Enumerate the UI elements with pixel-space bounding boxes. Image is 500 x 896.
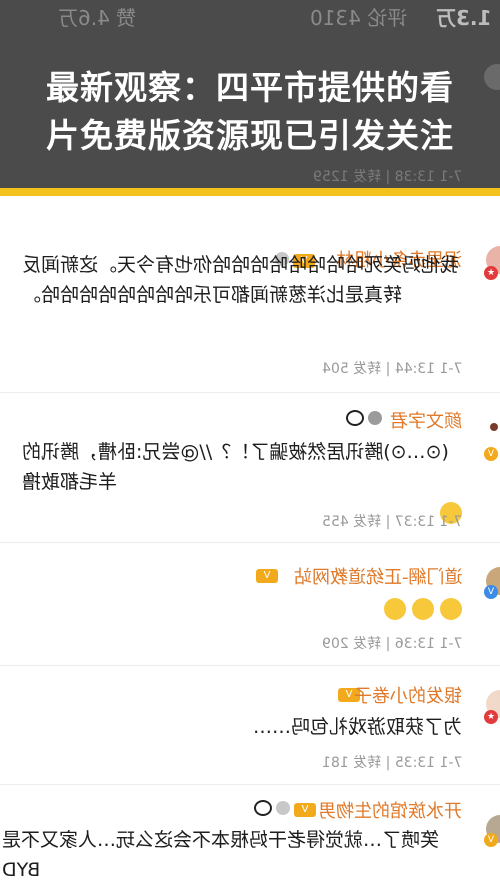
comment-text: 为了获取游戏礼包吗…… <box>252 716 462 738</box>
panda-icon <box>254 799 272 816</box>
panda-icon <box>346 409 364 426</box>
verified-badge-icon: V <box>484 585 498 599</box>
comment-meta: 7-1 13:35 | 转发 181 <box>321 755 462 771</box>
weibo-tab-bar: 赞 4.6万 评论 4310 1.3万 <box>0 0 500 40</box>
vip-crown-icon: V <box>256 569 278 583</box>
vip-crown-icon: V <box>294 803 316 817</box>
comment-item: V 泥里赤条小粗林 我他妈笑死哈哈哈哈哈哈哈哈你也有今天。这新闻反转真是比洋葱新… <box>0 196 500 392</box>
comment-list: V 泥里赤条小粗林 我他妈笑死哈哈哈哈哈哈哈哈你也有今天。这新闻反转真是比洋葱新… <box>0 196 500 896</box>
comment-username[interactable]: 道门網-正统道教网站 <box>294 563 463 589</box>
user-badges: V <box>250 797 316 817</box>
tab-likes-count[interactable]: 赞 4.6万 <box>58 2 136 31</box>
comment-username[interactable]: 颜文字君 <box>390 407 462 433</box>
comment-text: 笑喷了…就觉得老干妈根本不会这么玩…人家又不是BYD <box>2 829 440 881</box>
headline-accent-stripe <box>0 188 500 196</box>
comment-item: 颜文字君 (⊙…⊙)腾讯居然被骗了！？//@尝兄:卧槽，腾讯的羊毛都敢撸 7-1… <box>0 393 500 543</box>
verified-badge-icon: ★ <box>484 266 498 280</box>
medal-icon <box>276 800 290 815</box>
grin-emoji-icon <box>440 597 462 620</box>
comment-meta: 7-1 13:44 | 转发 504 <box>321 361 462 377</box>
headline-title: 最新观察：四平市提供的看 片免费版资源现已引发关注 <box>0 64 500 160</box>
headline-banner: 赞 4.6万 评论 4310 1.3万 最新观察：四平市提供的看 片免费版资源现… <box>0 0 500 188</box>
comment-meta: 7-1 13:37 | 转发 455 <box>321 514 462 530</box>
tab-comments-count[interactable]: 评论 4310 <box>310 2 407 31</box>
headline-line-1: 最新观察：四平市提供的看 <box>46 68 454 107</box>
grin-emoji-icon <box>412 597 434 620</box>
comment-item: V 道门網-正统道教网站 7-1 13:36 | 转发 209 V <box>0 543 500 665</box>
sheep-icon <box>368 410 382 425</box>
user-badges <box>342 407 382 426</box>
avatar[interactable] <box>490 423 498 431</box>
headline-line-2: 片免费版资源现已引发关注 <box>46 116 454 155</box>
comment-username[interactable]: 开水族馆的生物男 <box>318 797 462 823</box>
previous-comment-meta: 7-1 13:38 | 转发 1259 <box>312 169 462 185</box>
comment-item: V 开水族馆的生物男 笑喷了…就觉得老干妈根本不会这么玩…人家又不是BYD V <box>0 785 500 896</box>
comment-text: 我他妈笑死哈哈哈哈哈哈哈哈你也有今天。这新闻反转真是比洋葱新闻都可乐哈哈哈哈哈哈… <box>22 254 460 306</box>
comment-text <box>22 593 462 623</box>
comment-username[interactable]: 银发的小卷子 <box>354 682 462 708</box>
verified-badge-icon: V <box>484 833 498 847</box>
verified-badge-icon: ★ <box>484 710 498 724</box>
tab-reposts-count[interactable]: 1.3万 <box>436 2 491 31</box>
user-badges: V <box>252 563 278 583</box>
comment-meta: 7-1 13:36 | 转发 209 <box>321 636 462 652</box>
verified-badge-icon: V <box>484 447 498 461</box>
comment-item: V 银发的小卷子 为了获取游戏礼包吗…… 7-1 13:35 | 转发 181 … <box>0 666 500 784</box>
grin-emoji-icon <box>384 597 406 620</box>
